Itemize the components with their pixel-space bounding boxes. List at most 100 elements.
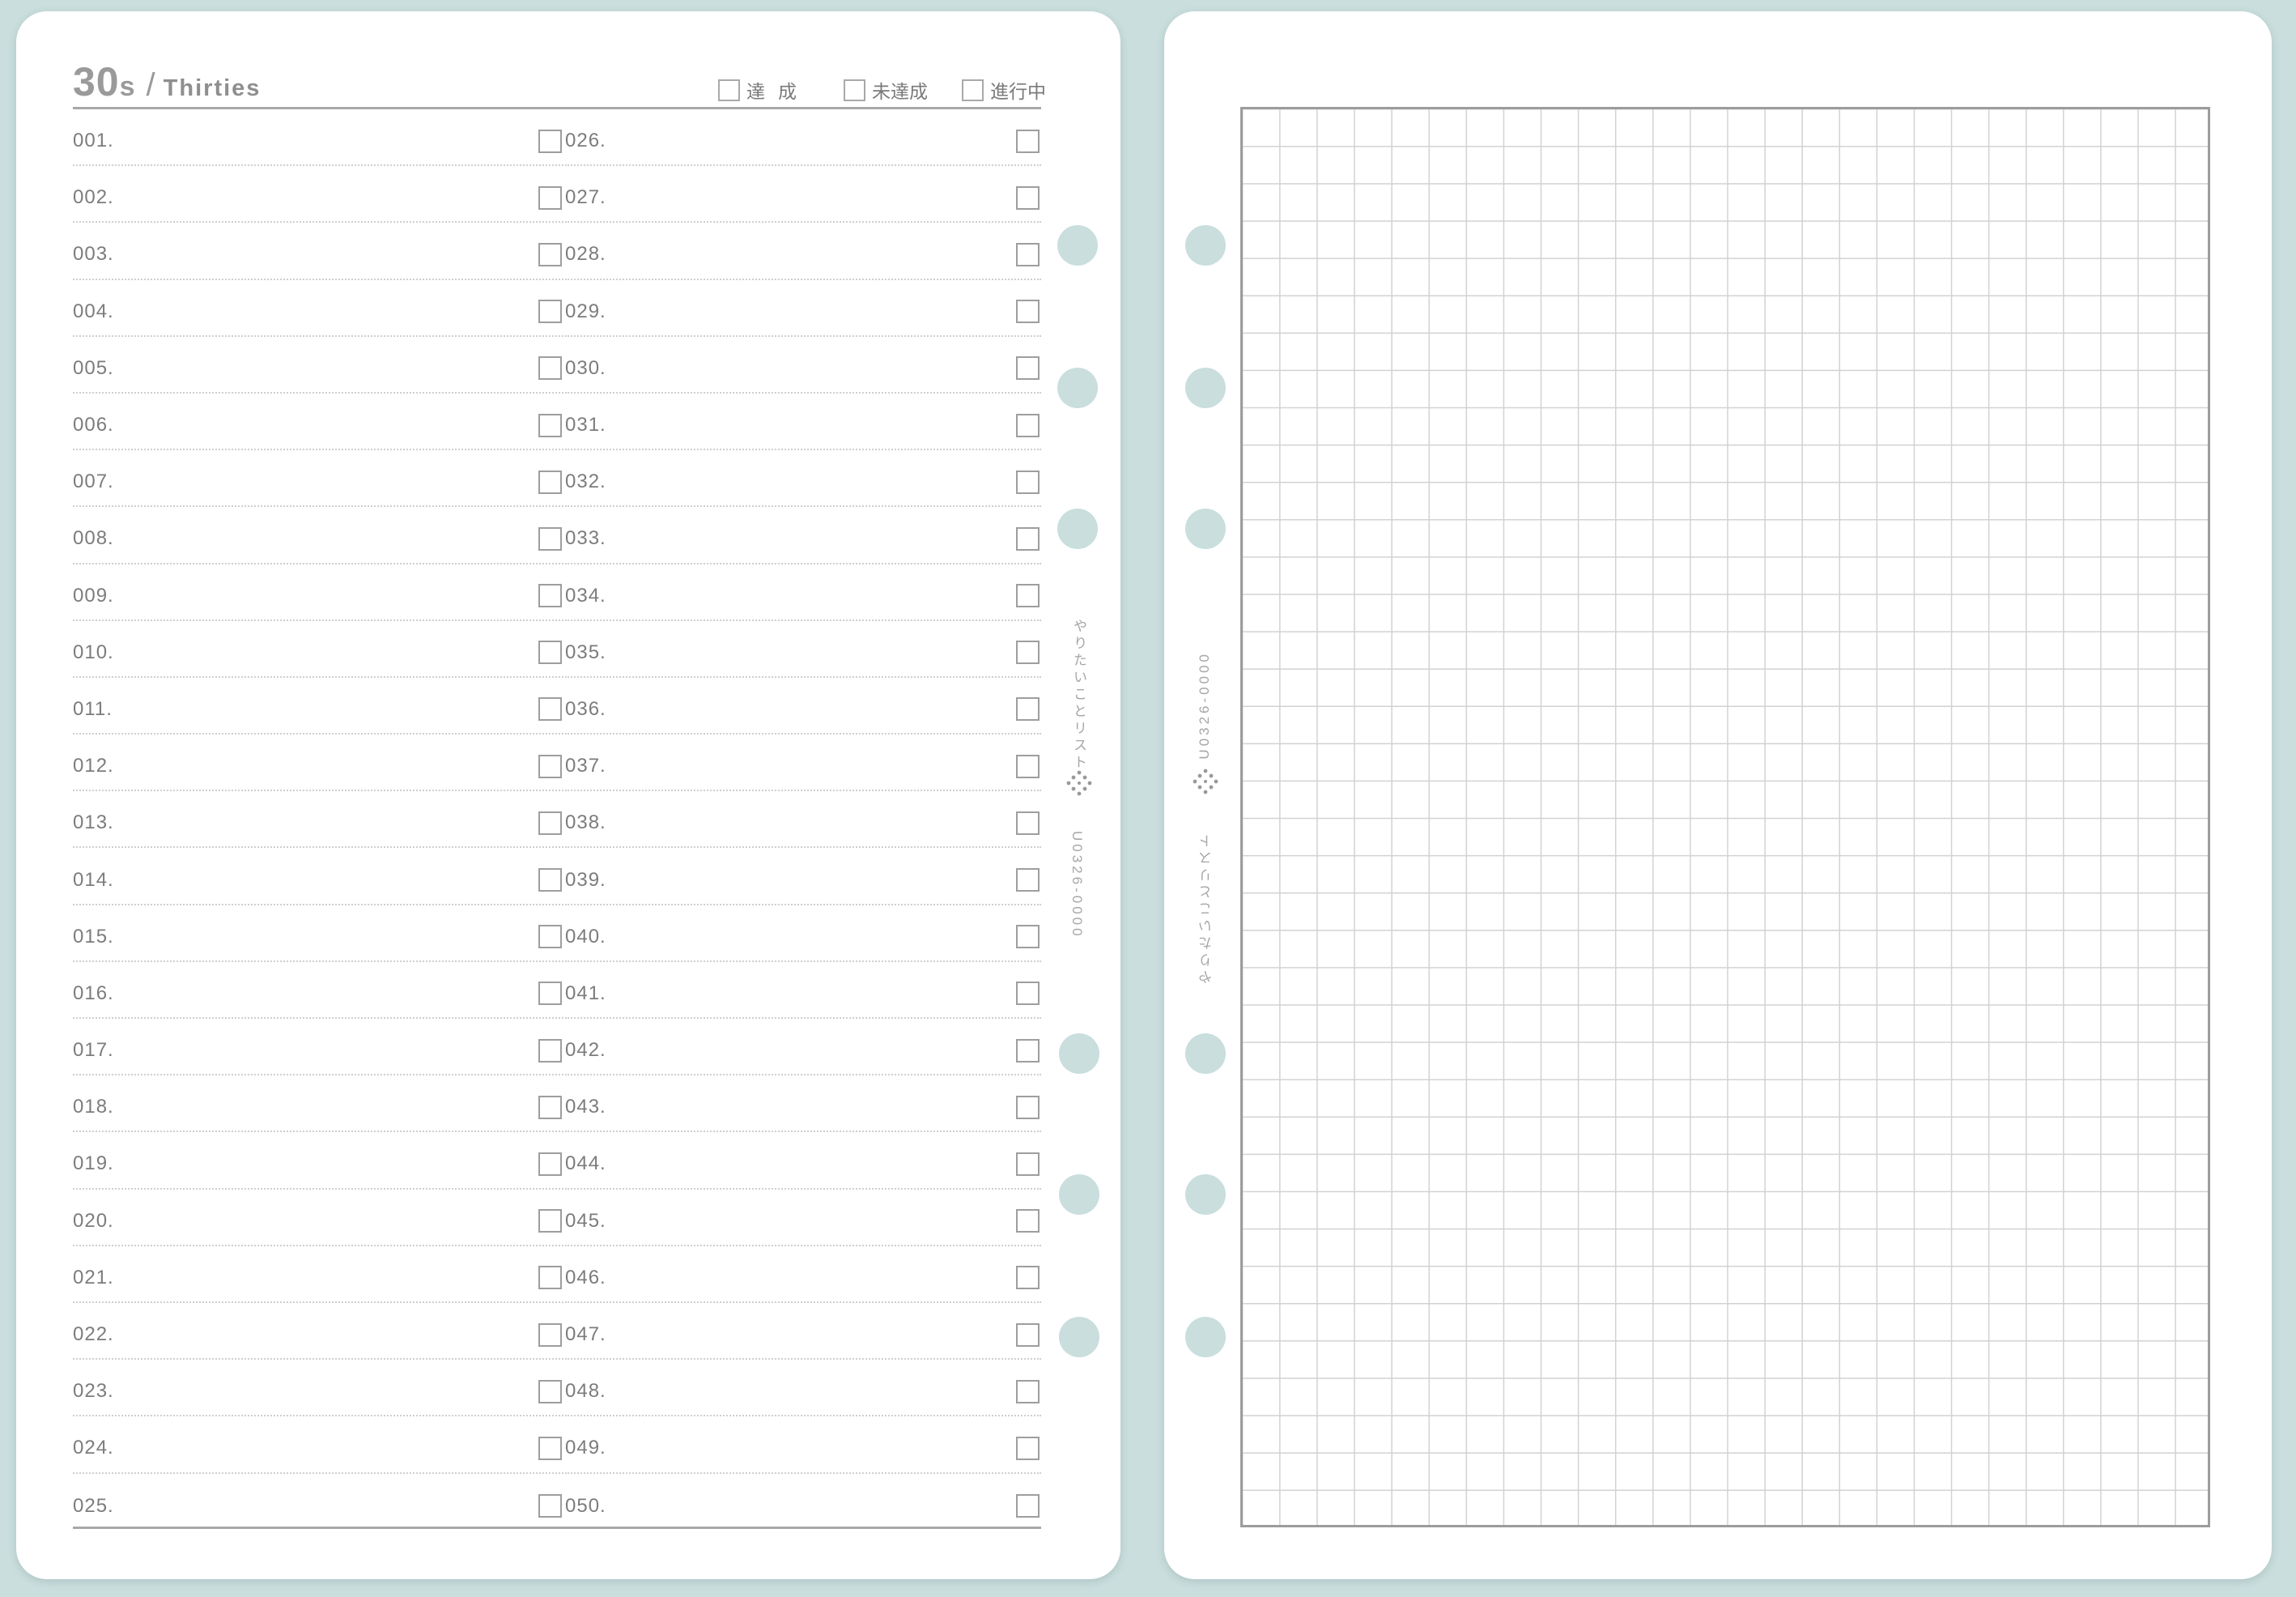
- list-item[interactable]: 047.: [565, 1303, 1041, 1361]
- item-checkbox[interactable]: [1016, 1038, 1040, 1063]
- list-item[interactable]: 034.: [565, 564, 1041, 621]
- list-item[interactable]: 002.: [73, 166, 563, 224]
- item-checkbox[interactable]: [1016, 1436, 1040, 1460]
- list-item[interactable]: 042.: [565, 1019, 1041, 1076]
- list-item[interactable]: 040.: [565, 905, 1041, 962]
- item-checkbox[interactable]: [1016, 697, 1040, 722]
- item-checkbox[interactable]: [538, 982, 562, 1006]
- list-item[interactable]: 039.: [565, 848, 1041, 905]
- list-item[interactable]: 015.: [73, 905, 563, 962]
- item-checkbox[interactable]: [538, 1266, 562, 1290]
- list-item[interactable]: 019.: [73, 1132, 563, 1190]
- list-item[interactable]: 004.: [73, 280, 563, 337]
- list-item[interactable]: 030.: [565, 337, 1041, 394]
- item-checkbox[interactable]: [538, 470, 562, 494]
- item-checkbox[interactable]: [538, 1379, 562, 1403]
- list-item[interactable]: 049.: [565, 1416, 1041, 1474]
- checkbox-icon[interactable]: [844, 79, 865, 101]
- list-item[interactable]: 024.: [73, 1416, 563, 1474]
- list-item[interactable]: 036.: [565, 678, 1041, 735]
- list-item[interactable]: 025.: [73, 1474, 563, 1531]
- list-item[interactable]: 012.: [73, 735, 563, 792]
- list-item[interactable]: 029.: [565, 280, 1041, 337]
- legend-achieved[interactable]: 達成: [718, 76, 810, 104]
- list-item[interactable]: 033.: [565, 507, 1041, 564]
- list-item[interactable]: 014.: [73, 848, 563, 905]
- item-checkbox[interactable]: [538, 413, 562, 437]
- item-checkbox[interactable]: [1016, 1152, 1040, 1176]
- list-item[interactable]: 020.: [73, 1190, 563, 1246]
- item-checkbox[interactable]: [1016, 1494, 1040, 1518]
- item-checkbox[interactable]: [538, 242, 562, 266]
- item-checkbox[interactable]: [538, 697, 562, 722]
- checkbox-icon[interactable]: [962, 79, 984, 101]
- item-checkbox[interactable]: [538, 1494, 562, 1518]
- list-item[interactable]: 013.: [73, 791, 563, 849]
- list-item[interactable]: 017.: [73, 1019, 563, 1076]
- list-item[interactable]: 005.: [73, 337, 563, 394]
- list-item[interactable]: 023.: [73, 1360, 563, 1417]
- list-item[interactable]: 050.: [565, 1474, 1041, 1531]
- list-item[interactable]: 010.: [73, 621, 563, 678]
- item-checkbox[interactable]: [538, 1436, 562, 1460]
- item-checkbox[interactable]: [538, 1038, 562, 1063]
- item-checkbox[interactable]: [538, 754, 562, 778]
- list-item[interactable]: 043.: [565, 1075, 1041, 1133]
- list-item[interactable]: 016.: [73, 962, 563, 1019]
- item-checkbox[interactable]: [1016, 242, 1040, 266]
- checkbox-icon[interactable]: [718, 79, 740, 101]
- item-checkbox[interactable]: [1016, 925, 1040, 949]
- item-checkbox[interactable]: [1016, 641, 1040, 665]
- list-item[interactable]: 006.: [73, 394, 563, 451]
- list-item[interactable]: 027.: [565, 166, 1041, 224]
- list-item[interactable]: 008.: [73, 507, 563, 564]
- item-checkbox[interactable]: [538, 868, 562, 892]
- item-checkbox[interactable]: [1016, 185, 1040, 210]
- graph-paper-grid[interactable]: [1240, 107, 2210, 1527]
- list-item[interactable]: 041.: [565, 962, 1041, 1019]
- item-checkbox[interactable]: [538, 1095, 562, 1119]
- legend-in-progress[interactable]: 進行中: [962, 76, 1046, 104]
- item-checkbox[interactable]: [538, 1209, 562, 1233]
- list-item[interactable]: 038.: [565, 791, 1041, 849]
- item-checkbox[interactable]: [1016, 811, 1040, 835]
- list-item[interactable]: 026.: [565, 109, 1041, 167]
- list-item[interactable]: 044.: [565, 1132, 1041, 1190]
- item-checkbox[interactable]: [1016, 1095, 1040, 1119]
- item-checkbox[interactable]: [538, 356, 562, 381]
- item-checkbox[interactable]: [1016, 300, 1040, 324]
- item-checkbox[interactable]: [538, 185, 562, 210]
- legend-not-achieved[interactable]: 未達成: [844, 76, 928, 104]
- item-checkbox[interactable]: [538, 300, 562, 324]
- item-checkbox[interactable]: [1016, 1266, 1040, 1290]
- list-item[interactable]: 046.: [565, 1246, 1041, 1303]
- list-item[interactable]: 035.: [565, 621, 1041, 678]
- item-checkbox[interactable]: [1016, 1379, 1040, 1403]
- item-checkbox[interactable]: [1016, 868, 1040, 892]
- list-item[interactable]: 018.: [73, 1075, 563, 1133]
- list-item[interactable]: 022.: [73, 1303, 563, 1361]
- item-checkbox[interactable]: [1016, 1322, 1040, 1347]
- list-item[interactable]: 028.: [565, 223, 1041, 280]
- list-item[interactable]: 001.: [73, 109, 563, 167]
- item-checkbox[interactable]: [1016, 470, 1040, 494]
- item-checkbox[interactable]: [1016, 1209, 1040, 1233]
- list-item[interactable]: 037.: [565, 735, 1041, 792]
- list-item[interactable]: 009.: [73, 564, 563, 621]
- item-checkbox[interactable]: [538, 641, 562, 665]
- list-item[interactable]: 045.: [565, 1190, 1041, 1246]
- list-item[interactable]: 011.: [73, 678, 563, 735]
- item-checkbox[interactable]: [538, 584, 562, 608]
- item-checkbox[interactable]: [538, 526, 562, 551]
- list-item[interactable]: 007.: [73, 450, 563, 508]
- list-item[interactable]: 032.: [565, 450, 1041, 508]
- item-checkbox[interactable]: [1016, 356, 1040, 381]
- list-item[interactable]: 048.: [565, 1360, 1041, 1417]
- item-checkbox[interactable]: [1016, 526, 1040, 551]
- item-checkbox[interactable]: [1016, 413, 1040, 437]
- list-item[interactable]: 031.: [565, 394, 1041, 451]
- item-checkbox[interactable]: [1016, 129, 1040, 153]
- item-checkbox[interactable]: [538, 129, 562, 153]
- item-checkbox[interactable]: [538, 1322, 562, 1347]
- item-checkbox[interactable]: [1016, 982, 1040, 1006]
